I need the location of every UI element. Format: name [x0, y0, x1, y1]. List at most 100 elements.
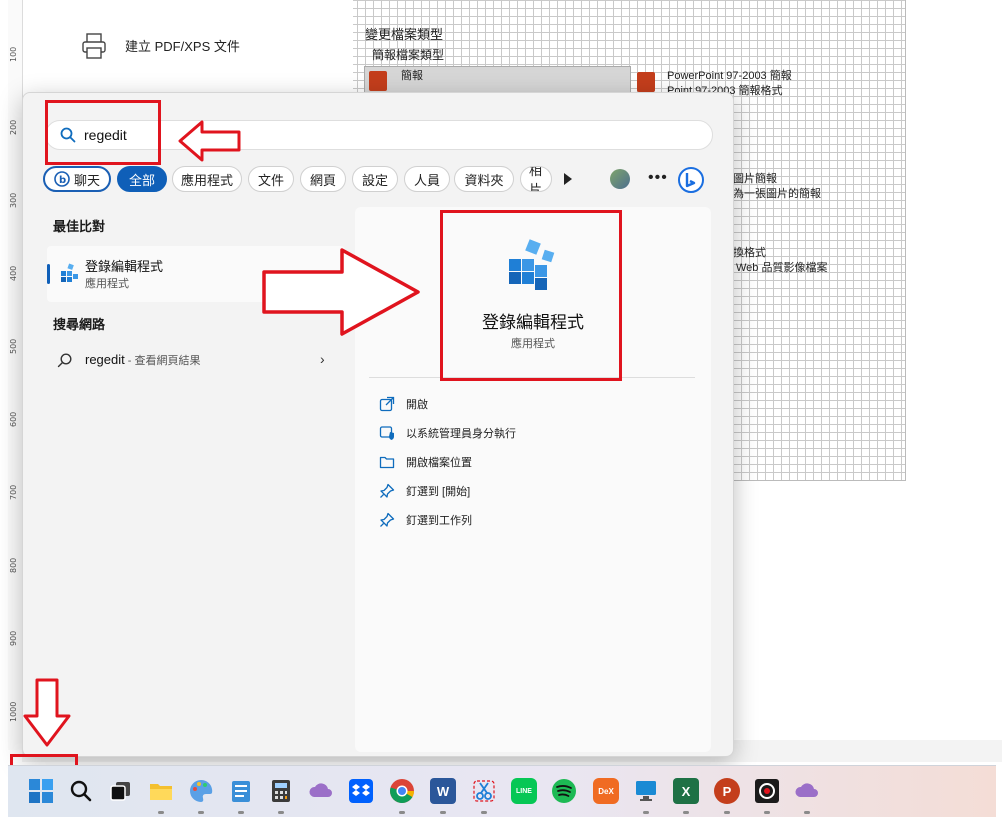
ruler-number: 400: [9, 265, 18, 281]
filter-chat[interactable]: b 聊天: [43, 166, 111, 192]
paint-palette-icon[interactable]: [188, 778, 214, 804]
filter-apps[interactable]: 應用程式: [172, 166, 242, 192]
filter-settings[interactable]: 設定: [352, 166, 398, 192]
line-icon[interactable]: LINE: [511, 778, 537, 804]
ruler-number: 100: [9, 46, 18, 62]
folder-icon[interactable]: [148, 778, 174, 804]
ruler-number: 900: [9, 630, 18, 646]
running-indicator: [238, 811, 244, 814]
web-search-result[interactable]: regedit - 查看網頁結果 ›: [47, 346, 345, 376]
filter-photos[interactable]: 相片: [520, 166, 552, 192]
annotation-arrow-left-icon: [178, 120, 241, 162]
cloud-icon[interactable]: [308, 778, 334, 804]
avatar[interactable]: [610, 169, 630, 189]
action-open[interactable]: 開啟: [379, 393, 679, 415]
running-indicator: [158, 811, 164, 814]
windows-logo-icon[interactable]: [28, 778, 54, 804]
folder-icon: [379, 456, 395, 469]
action-label: 開啟: [406, 399, 428, 411]
action-label: 釘選到 [開始]: [406, 486, 471, 498]
file-type-title[interactable]: PowerPoint 97-2003 簡報: [667, 70, 792, 83]
ruler-number: 600: [9, 411, 18, 427]
running-indicator: [804, 811, 810, 814]
filter-folders[interactable]: 資料夾: [454, 166, 514, 192]
shield-admin-icon: [379, 426, 394, 440]
monitor-icon[interactable]: [633, 778, 659, 804]
open-external-icon: [379, 396, 395, 412]
selection-indicator: [47, 264, 50, 284]
running-indicator: [399, 811, 405, 814]
more-options-icon[interactable]: •••: [648, 169, 668, 187]
change-file-type-heading: 變更檔案類型: [365, 27, 444, 42]
task-view-icon[interactable]: [108, 778, 134, 804]
web-result-suffix: - 查看網頁結果: [124, 355, 201, 367]
best-match-heading: 最佳比對: [53, 219, 106, 234]
powerpoint-file-icon: [637, 72, 655, 92]
dropbox-icon[interactable]: [348, 778, 374, 804]
annotation-arrow-down-icon: [23, 678, 71, 747]
ruler-number: 800: [9, 557, 18, 573]
record-icon[interactable]: [754, 778, 780, 804]
result-type: 應用程式: [85, 278, 129, 290]
pin-icon: [380, 512, 395, 527]
registry-editor-icon: [61, 263, 78, 282]
export-pdf-option[interactable]: 建立 PDF/XPS 文件: [125, 36, 240, 55]
action-run-as-admin[interactable]: 以系統管理員身分執行: [379, 422, 679, 444]
spotify-icon[interactable]: [551, 778, 577, 804]
running-indicator: [683, 811, 689, 814]
chrome-icon[interactable]: [389, 778, 415, 804]
ruler-number: 200: [9, 119, 18, 135]
file-type-title[interactable]: 換格式: [733, 247, 766, 260]
action-open-file-location[interactable]: 開啟檔案位置: [379, 451, 679, 473]
search-web-heading: 搜尋網路: [53, 317, 106, 332]
powerpoint-icon[interactable]: P: [714, 778, 740, 804]
notepad-icon[interactable]: [228, 778, 254, 804]
ruler-number: 700: [9, 484, 18, 500]
scissors-icon[interactable]: [471, 778, 497, 804]
taskbar: W LINE DeX X P: [8, 765, 996, 817]
ruler-number: 500: [9, 338, 18, 354]
running-indicator: [198, 811, 204, 814]
pin-icon: [380, 483, 395, 498]
search-input[interactable]: [84, 125, 684, 145]
filter-label: 聊天: [73, 172, 100, 188]
action-pin-to-start[interactable]: 釘選到 [開始]: [379, 480, 679, 502]
printer-icon: [82, 33, 106, 59]
filter-documents[interactable]: 文件: [248, 166, 294, 192]
action-label: 釘選到工作列: [406, 515, 472, 527]
running-indicator: [278, 811, 284, 814]
search-icon: [57, 353, 72, 368]
filter-all[interactable]: 全部: [117, 166, 167, 192]
action-pin-to-taskbar[interactable]: 釘選到工作列: [379, 509, 679, 531]
annotation-box-search: [45, 100, 161, 165]
dex-icon[interactable]: DeX: [593, 778, 619, 804]
cloud-icon[interactable]: [794, 778, 820, 804]
search-icon[interactable]: [68, 778, 94, 804]
vertical-ruler: 100 200 300 400 500 600 700 800 900 1000: [8, 0, 23, 750]
annotation-arrow-right-icon: [262, 248, 420, 336]
word-icon[interactable]: W: [430, 778, 456, 804]
file-type-title[interactable]: 圖片簡報: [733, 173, 777, 186]
ruler-number: 300: [9, 192, 18, 208]
annotation-box-detail: [440, 210, 622, 381]
action-label: 開啟檔案位置: [406, 457, 472, 469]
file-type-description: Web 品質影像檔案: [736, 262, 828, 274]
presentation-file-types-heading: 簡報檔案類型: [372, 48, 445, 62]
excel-icon[interactable]: X: [673, 778, 699, 804]
bing-chat-icon: b: [54, 171, 70, 187]
calculator-icon[interactable]: [268, 778, 294, 804]
start-search-flyout: b 聊天 全部 應用程式 文件 網頁 設定 人員 資料夾 相片 ••• 最佳比對…: [22, 92, 734, 757]
svg-text:b: b: [59, 175, 66, 186]
more-filters-arrow-icon[interactable]: [564, 173, 572, 185]
web-result-label: regedit - 查看網頁結果: [85, 352, 201, 368]
running-indicator: [481, 811, 487, 814]
filter-people[interactable]: 人員: [404, 166, 450, 192]
ruler-number: 1000: [9, 701, 18, 722]
file-type-title: 簡報: [401, 70, 423, 82]
running-indicator: [764, 811, 770, 814]
web-result-query: regedit: [85, 352, 125, 367]
file-type-description: 為一張圖片的簡報: [733, 188, 821, 200]
filter-web[interactable]: 網頁: [300, 166, 346, 192]
action-label: 以系統管理員身分執行: [406, 428, 516, 440]
bing-icon[interactable]: [677, 166, 705, 194]
